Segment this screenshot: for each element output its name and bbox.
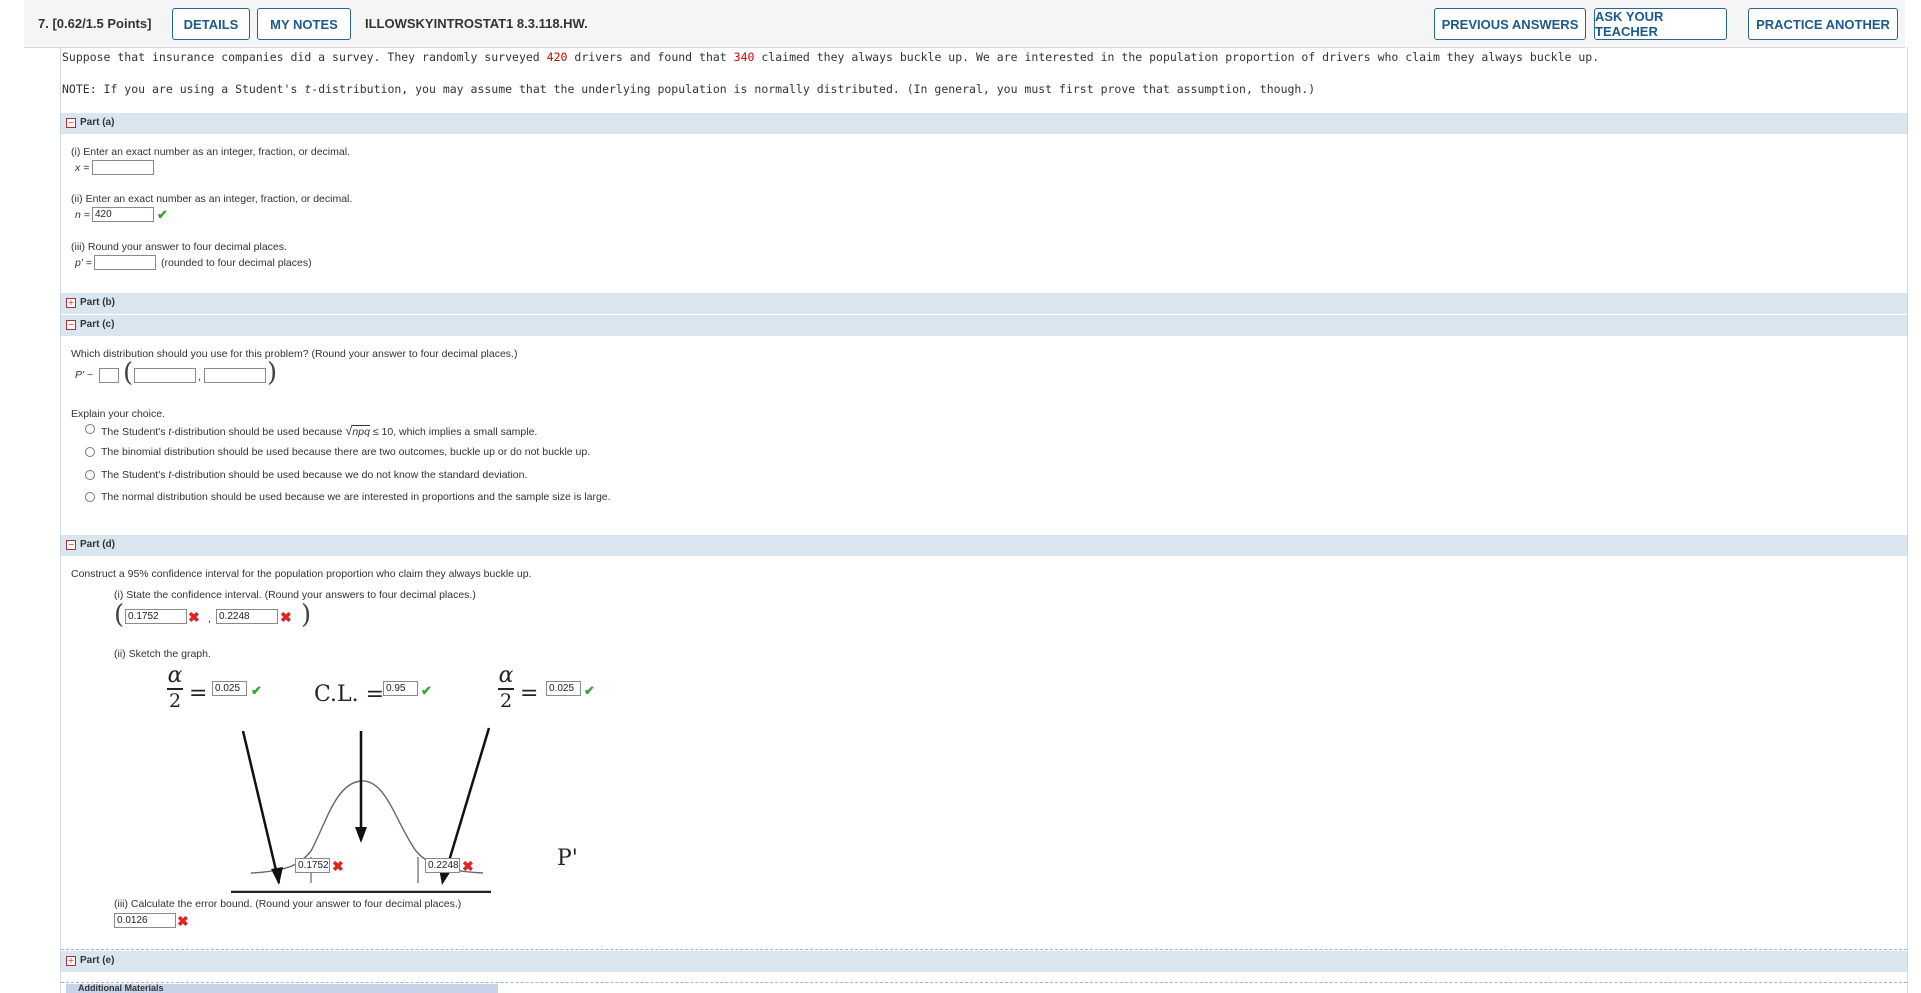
divider [61,982,1907,983]
option-2-radio[interactable] [85,447,95,457]
explain-choice-label: Explain your choice. [71,408,165,420]
part-e-title: Part (e) [80,955,115,966]
equals-sign: = [189,681,208,706]
assignment-id: ILLOWSKYINTROSTAT1 8.3.118.HW. [365,16,588,31]
ci-open-paren: ( [114,600,125,630]
ci-upper-input[interactable]: 0.2248 [216,609,278,624]
buckle-count: 340 [733,50,755,64]
equals-sign: = [520,681,539,706]
distribution-select[interactable] [99,368,119,383]
incorrect-x-icon: ✖ [188,609,200,625]
part-d-q2: (ii) Sketch the graph. [114,648,211,660]
p-prime-label: p' = [75,257,92,269]
correct-check-icon: ✔ [584,683,595,698]
comma: , [198,371,201,383]
option-3-radio[interactable] [85,470,95,480]
option-2-label[interactable]: The binomial distribution should be used… [101,446,590,458]
p-prime-input[interactable] [94,255,156,270]
previous-answers-button[interactable]: PREVIOUS ANSWERS [1434,8,1586,40]
open-paren: ( [123,358,134,388]
part-d-q3: (iii) Calculate the error bound. (Round … [114,898,462,910]
bell-curve-graph [231,727,491,893]
arrow-head-icon [271,867,283,885]
alpha-right-input[interactable]: 0.025 [546,681,581,696]
x-input[interactable] [92,160,154,175]
ci-close-paren: ) [301,600,312,630]
graph-upper-input[interactable]: 0.2248 [425,858,460,873]
part-a-title: Part (a) [80,117,115,128]
expand-icon[interactable]: + [66,956,76,966]
ci-lower-input[interactable]: 0.1752 [125,609,187,624]
alpha-over-2-left: α 2 [167,663,183,712]
part-b-header[interactable]: + Part (b) [61,293,1907,314]
correct-check-icon: ✔ [421,683,432,698]
part-c-question: Which distribution should you use for th… [71,348,518,360]
my-notes-button[interactable]: MY NOTES [257,8,351,40]
alpha-over-2-right: α 2 [498,663,514,712]
question-body: Suppose that insurance companies did a s… [60,47,1908,993]
part-c-title: Part (c) [80,319,115,330]
collapse-icon[interactable]: − [66,320,76,330]
problem-note: NOTE: If you are using a Student's t-dis… [62,82,1316,96]
part-a-q3: (iii) Round your answer to four decimal … [71,241,287,253]
drivers-count: 420 [546,50,568,64]
part-b-title: Part (b) [80,297,115,308]
axis-label: P' [557,846,578,871]
part-d-q1: (i) State the confidence interval. (Roun… [114,589,476,601]
incorrect-x-icon: ✖ [462,858,474,874]
question-number: 7. [0.62/1.5 Points] [38,16,152,31]
part-c-header[interactable]: − Part (c) [61,315,1907,336]
n-input[interactable]: 420 [92,207,154,222]
part-d-header[interactable]: − Part (d) [61,535,1907,556]
distribution-label: P' ~ [75,369,94,381]
error-bound-input[interactable]: 0.0126 [114,913,176,928]
close-paren: ) [267,358,278,388]
part-d-intro: Construct a 95% confidence interval for … [71,568,532,580]
part-e-header[interactable]: + Part (e) [61,951,1907,972]
divider [61,949,1907,950]
ask-your-teacher-button[interactable]: ASK YOUR TEACHER [1594,8,1727,40]
part-a-header[interactable]: − Part (a) [61,113,1907,134]
part-a-q2: (ii) Enter an exact number as an integer… [71,193,353,205]
collapse-icon[interactable]: − [66,540,76,550]
collapse-icon[interactable]: − [66,118,76,128]
option-4-radio[interactable] [85,492,95,502]
arrow-head-icon [355,827,367,843]
correct-check-icon: ✔ [157,207,168,222]
problem-statement: Suppose that insurance companies did a s… [62,50,1600,64]
incorrect-x-icon: ✖ [280,609,292,625]
question-header: 7. [0.62/1.5 Points] DETAILS MY NOTES IL… [24,0,1905,48]
option-1-label[interactable]: The Student's t-distribution should be u… [101,423,537,438]
incorrect-x-icon: ✖ [332,858,344,874]
expand-icon[interactable]: + [66,298,76,308]
option-3-label[interactable]: The Student's t-distribution should be u… [101,469,527,481]
x-label: x = [75,162,90,174]
part-a-q1: (i) Enter an exact number as an integer,… [71,146,350,158]
incorrect-x-icon: ✖ [177,913,189,929]
left-tail-arrow [241,730,281,884]
practice-another-button[interactable]: PRACTICE ANOTHER [1748,8,1898,40]
comma: , [208,613,211,625]
confidence-level-input[interactable]: 0.95 [383,681,418,696]
distribution-param-1-input[interactable] [134,368,196,383]
rounding-note: (rounded to four decimal places) [161,257,312,269]
correct-check-icon: ✔ [251,683,262,698]
option-1-radio[interactable] [85,424,95,434]
graph-lower-input[interactable]: 0.1752 [295,858,330,873]
additional-materials-bar[interactable]: Additional Materials [66,984,498,993]
alpha-left-input[interactable]: 0.025 [212,681,247,696]
n-label: n = [75,209,90,221]
part-d-title: Part (d) [80,539,115,550]
details-button[interactable]: DETAILS [172,8,250,40]
confidence-level-label: C.L. = [314,682,385,707]
distribution-param-2-input[interactable] [204,368,266,383]
option-4-label[interactable]: The normal distribution should be used b… [101,491,611,503]
